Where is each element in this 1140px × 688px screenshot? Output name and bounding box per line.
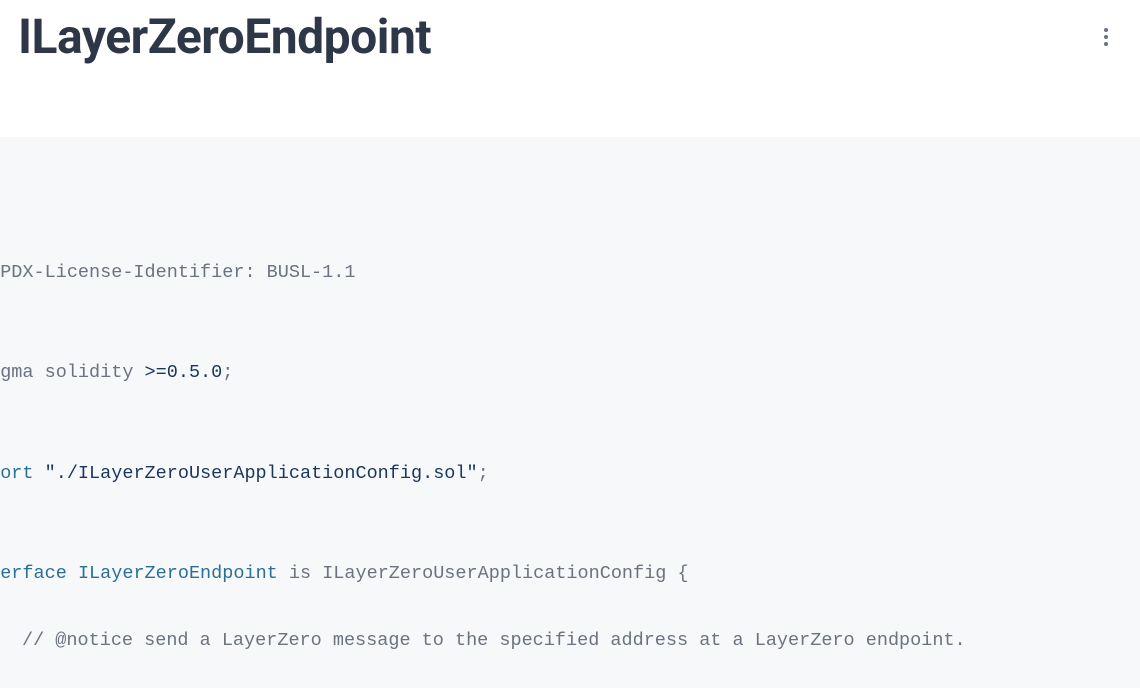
code-line-interface: nterface ILayerZeroEndpoint is ILayerZer… [0,557,1118,591]
header: ILayerZeroEndpoint [0,0,1140,73]
code-line-import: nport "./ILayerZeroUserApplicationConfig… [0,457,1118,491]
code-comment-notice: // @notice send a LayerZero message to t… [0,624,1118,658]
page-title: ILayerZeroEndpoint [18,8,431,65]
code-block: SPDX-License-Identifier: BUSL-1.1 ragma … [0,137,1140,688]
code-line-license: SPDX-License-Identifier: BUSL-1.1 [0,256,1118,290]
code-line-pragma: ragma solidity >=0.5.0; [0,356,1118,390]
more-options-icon[interactable] [1094,25,1118,49]
